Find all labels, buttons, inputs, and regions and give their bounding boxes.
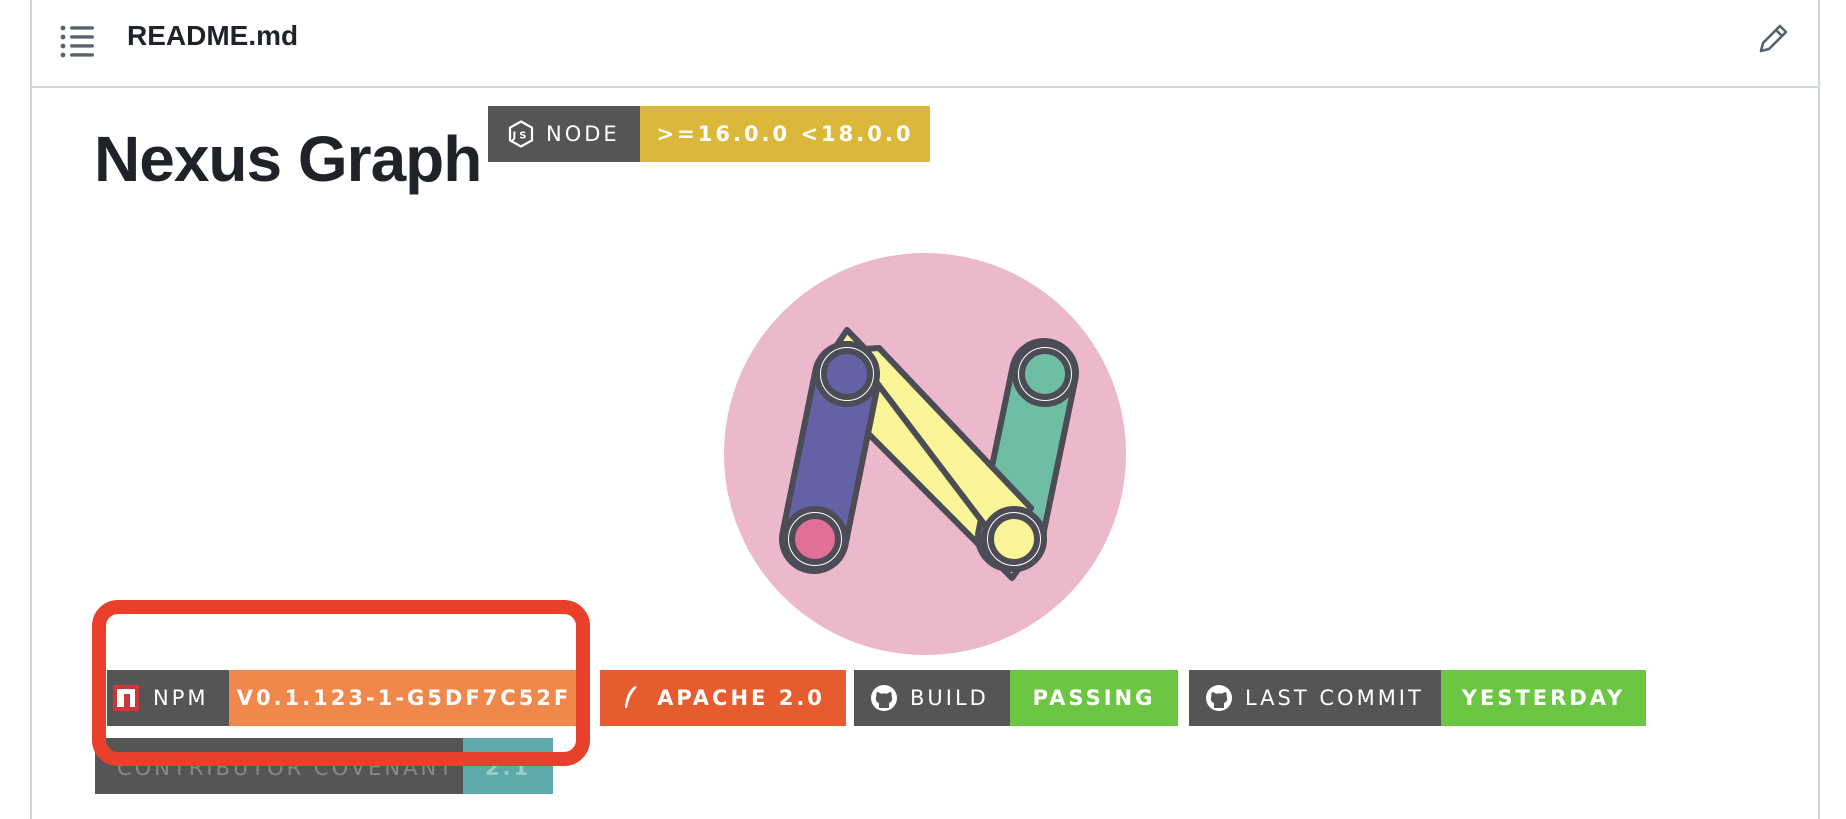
license-badge[interactable]: APACHE 2.0 [600, 670, 846, 726]
npm-badge-label: NPM [153, 686, 209, 710]
npm-badge-label-area: NPM [107, 670, 229, 726]
build-status-badge[interactable]: BUILD PASSING [854, 670, 1178, 726]
last-commit-badge-label: LAST COMMIT [1245, 686, 1424, 710]
node-badge-label-area: JS NODE [488, 106, 640, 162]
npm-badge-value: V0.1.123-1-G5DF7C52F [229, 670, 579, 726]
file-name: README.md [127, 20, 299, 51]
node-version-badge[interactable]: JS NODE >=16.0.0 <18.0.0 [488, 106, 930, 162]
github-icon [1205, 684, 1233, 712]
github-icon [870, 684, 898, 712]
build-badge-label: BUILD [910, 686, 989, 710]
npm-icon [113, 685, 139, 711]
contributor-covenant-badge-label: CONTRIBUTOR COVENANT [95, 738, 463, 794]
license-badge-content: APACHE 2.0 [600, 670, 846, 726]
build-badge-label-area: BUILD [854, 670, 1010, 726]
last-commit-badge-label-area: LAST COMMIT [1189, 670, 1441, 726]
pencil-icon[interactable] [1756, 22, 1790, 56]
last-commit-badge-value: YESTERDAY [1441, 670, 1646, 726]
svg-text:JS: JS [512, 131, 530, 142]
node-badge-label: NODE [546, 122, 620, 146]
npm-version-badge[interactable]: NPM V0.1.123-1-G5DF7C52F [107, 670, 579, 726]
nexus-graph-logo [724, 253, 1126, 655]
contributor-covenant-badge[interactable]: CONTRIBUTOR COVENANT 2.1 [95, 738, 553, 794]
feather-icon [621, 684, 639, 712]
page-title: Nexus Graph [94, 123, 482, 195]
nodejs-icon: JS [508, 120, 534, 148]
list-icon[interactable] [60, 24, 96, 58]
file-header [30, 0, 1820, 88]
license-badge-value: APACHE 2.0 [657, 686, 825, 710]
last-commit-badge[interactable]: LAST COMMIT YESTERDAY [1189, 670, 1646, 726]
build-badge-value: PASSING [1010, 670, 1178, 726]
contributor-covenant-badge-value: 2.1 [463, 738, 553, 794]
node-badge-value: >=16.0.0 <18.0.0 [640, 106, 930, 162]
